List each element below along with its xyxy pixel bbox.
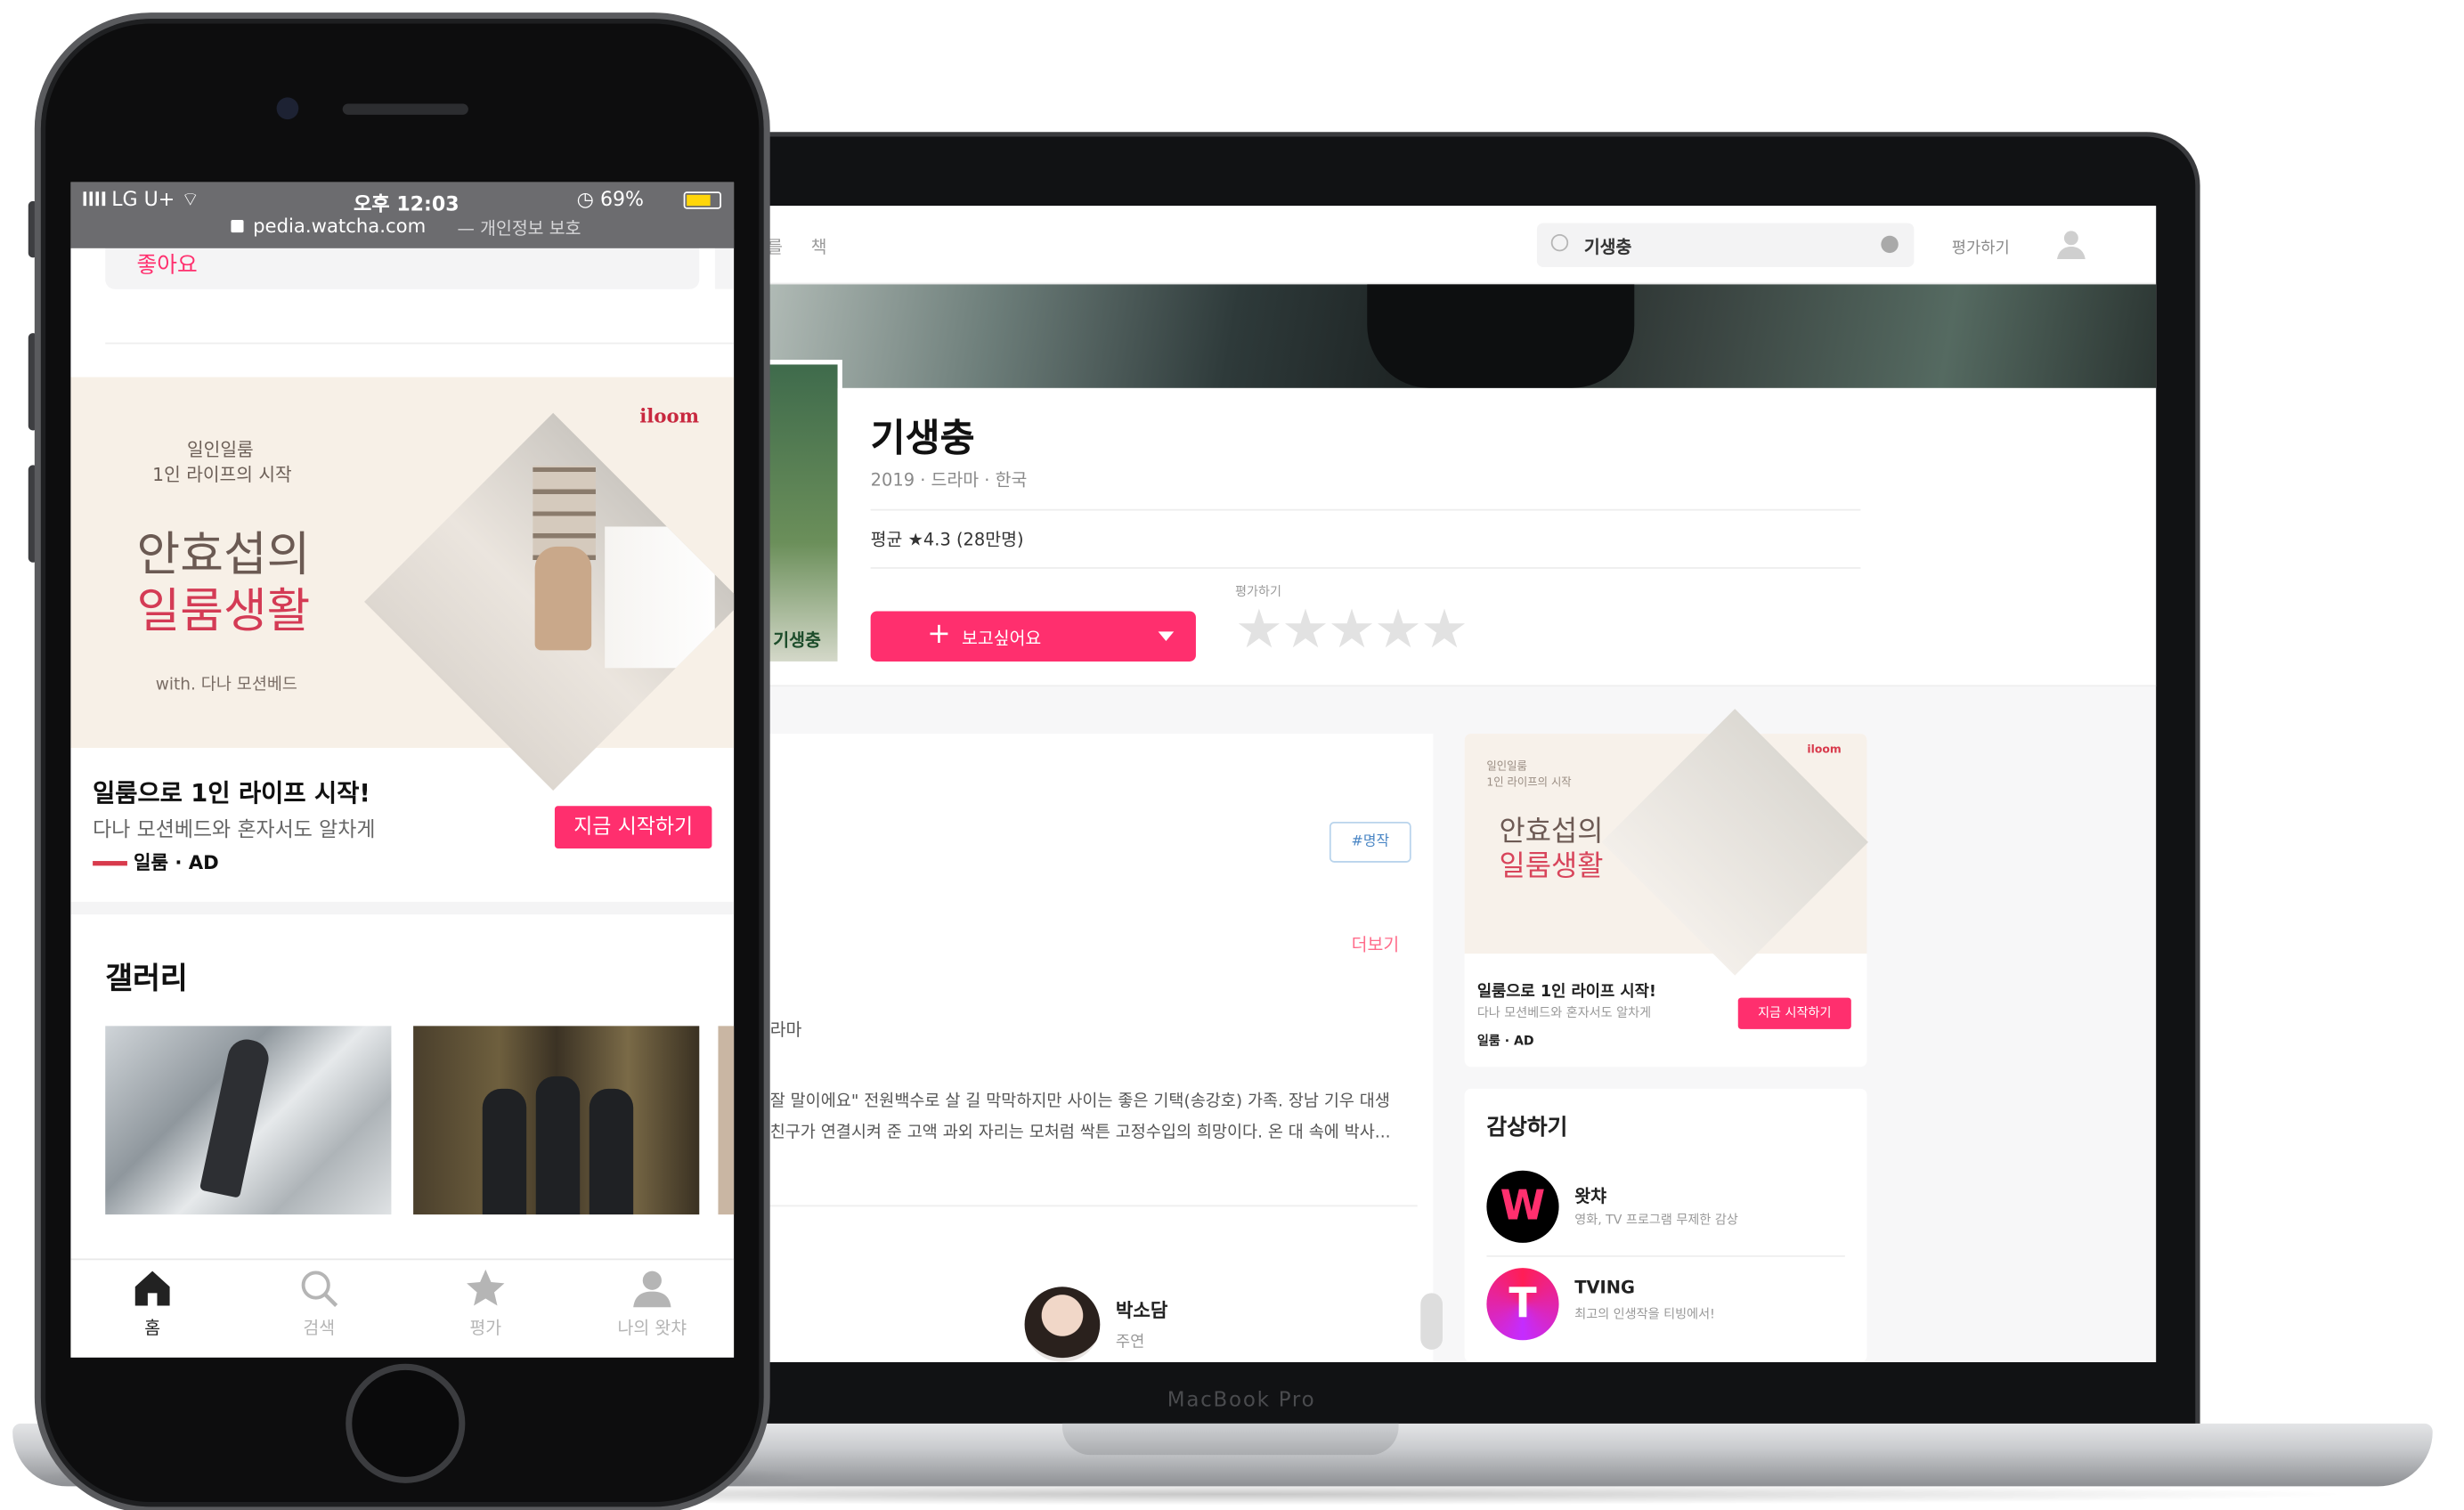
ad-headline-2: 일룸생활 <box>1499 849 1604 883</box>
ad-brand-logo: iloom <box>639 405 699 427</box>
ad-brand-logo: iloom <box>1807 743 1842 756</box>
cast-role: 주연 <box>1115 1334 1145 1352</box>
cast-name[interactable]: 박소담 <box>1116 1296 1167 1323</box>
ad-small-line-2: 1인 라이프의 시작 <box>1486 775 1572 789</box>
iloom-logo-icon <box>93 861 127 866</box>
rating-stars[interactable]: ★★★★★ <box>1235 602 1468 659</box>
cast-avatar[interactable] <box>1024 1287 1101 1362</box>
battery-icon <box>683 191 721 209</box>
camera-icon <box>276 97 299 120</box>
nav-item-books[interactable]: 책 <box>811 234 827 259</box>
phone-speaker <box>342 103 468 115</box>
gallery-image-1[interactable] <box>105 1026 392 1215</box>
ad-with-line: with. 다나 모션베드 <box>155 675 297 694</box>
carrier-label: LG U+ ⌔ <box>83 186 200 212</box>
clock: 오후 12:03 <box>354 191 459 215</box>
ad-cta-button[interactable]: 지금 시작하기 <box>1737 997 1851 1029</box>
poster-title: 기생충 <box>773 629 821 651</box>
divider <box>1486 1254 1845 1257</box>
web-topbar: 를 책 기생충 평가하기 <box>738 206 2157 285</box>
tab-bar: 홈 검색 평가 나의 왓챠 <box>70 1258 735 1358</box>
hero-backdrop <box>738 284 2157 388</box>
divider <box>870 508 1861 511</box>
ad-headline-2: 일룸생활 <box>136 584 311 640</box>
ad-brand-line: 일룸 · AD <box>1476 1034 1534 1049</box>
battery-percent: 69% <box>599 186 645 211</box>
clear-search-icon[interactable] <box>1881 235 1899 254</box>
person-icon <box>633 1271 671 1308</box>
laptop-screen: 를 책 기생충 평가하기 기생충 기생충 2019 · 드라마 · 한국 평균 … <box>738 206 2157 1362</box>
tving-logo-icon[interactable]: T <box>1486 1268 1559 1341</box>
wifi-icon: ⌔ <box>181 186 200 211</box>
more-link[interactable]: 더보기 <box>1352 931 1400 956</box>
signal-icon <box>83 191 106 207</box>
tab-my-watcha[interactable]: 나의 왓챠 <box>590 1266 715 1340</box>
divider <box>769 1205 1418 1207</box>
lock-icon <box>231 220 244 233</box>
wish-button-label: 보고싶어요 <box>961 628 1042 649</box>
device-mockup: MacBook Pro 를 책 기생충 평가하기 기생충 기생충 2019 · … <box>0 0 2464 1510</box>
gallery-heading: 갤러리 <box>105 961 188 996</box>
movie-description: 잘 말이에요" 전원백수로 살 길 막막하지만 사이는 좋은 기택(송강호) 가… <box>769 1092 1391 1142</box>
watch-heading: 감상하기 <box>1486 1115 1568 1141</box>
ad-small-line-1: 일인일룸 <box>186 438 254 461</box>
tab-label: 나의 왓챠 <box>617 1318 687 1339</box>
carousel-next-button[interactable] <box>1420 1293 1443 1350</box>
plus-icon: + <box>927 617 951 651</box>
rate-label: 평가하기 <box>1235 584 1282 599</box>
url-text[interactable]: pedia.watcha.com <box>253 215 426 238</box>
top-card-label: 좋아요 <box>136 253 198 279</box>
movie-title: 기생충 <box>870 416 975 461</box>
laptop-notch <box>1061 1423 1399 1456</box>
ad-title: 일룸으로 1인 라이프 시작! <box>93 779 370 808</box>
carrier-name: LG U+ <box>111 186 175 211</box>
movie-meta: 2019 · 드라마 · 한국 <box>870 469 1028 491</box>
divider <box>105 342 735 345</box>
ad-subtitle: 다나 모션베드와 혼자서도 알차게 <box>1476 1005 1652 1020</box>
gallery-image-2[interactable] <box>413 1026 700 1215</box>
battery-label: ◷ 69% <box>577 187 644 210</box>
home-button[interactable] <box>346 1363 466 1483</box>
wish-button[interactable]: + 보고싶어요 <box>870 611 1196 662</box>
ad-small-line-2: 1인 라이프의 시작 <box>152 463 292 486</box>
phone-screen: 좋아요 LG U+ ⌔ 오후 12:03 ◷ 69% pedia.watcha.… <box>70 182 735 1358</box>
chevron-down-icon[interactable] <box>1158 631 1175 641</box>
divider <box>870 567 1861 569</box>
alarm-icon: ◷ <box>576 186 594 211</box>
ad-cta-button[interactable]: 지금 시작하기 <box>554 806 712 848</box>
star-icon <box>467 1269 505 1306</box>
status-bar: LG U+ ⌔ 오후 12:03 ◷ 69% pedia.watcha.com … <box>70 182 735 248</box>
tab-home[interactable]: 홈 <box>90 1266 215 1340</box>
tab-label: 홈 <box>144 1318 161 1339</box>
search-icon <box>301 1271 338 1308</box>
ad-small-line-1: 일인일룸 <box>1486 760 1527 774</box>
profile-avatar-icon[interactable] <box>2055 228 2086 260</box>
section-divider <box>70 901 735 915</box>
home-icon <box>134 1271 170 1306</box>
genre-text: 라마 <box>769 1019 802 1041</box>
service-desc: 영화, TV 프로그램 무제한 감상 <box>1574 1213 1738 1228</box>
search-query: 기생충 <box>1583 237 1632 258</box>
average-rating: 평균 ★4.3 (28만명) <box>870 529 1024 550</box>
ad-brand-line: 일룸 · AD <box>133 851 219 874</box>
url-privacy-note: — 개인정보 보호 <box>457 218 581 239</box>
search-icon <box>1550 233 1569 252</box>
tab-label: 검색 <box>303 1318 336 1339</box>
service-name[interactable]: 왓챠 <box>1574 1183 1606 1208</box>
movie-poster[interactable]: 기생충 <box>763 360 842 667</box>
tag-chip[interactable]: #명작 <box>1329 821 1411 863</box>
laptop-brand-label: MacBook Pro <box>1167 1388 1316 1413</box>
gallery-image-3[interactable] <box>718 1026 735 1215</box>
watcha-logo-icon[interactable]: W <box>1486 1170 1559 1243</box>
rate-link[interactable]: 평가하기 <box>1952 234 2010 257</box>
tab-search[interactable]: 검색 <box>256 1266 382 1340</box>
search-input[interactable]: 기생충 <box>1536 223 1915 267</box>
tab-rate[interactable]: 평가 <box>423 1266 549 1340</box>
ad-title: 일룸으로 1인 라이프 시작! <box>1476 983 1656 1002</box>
tab-label: 평가 <box>469 1318 502 1339</box>
service-name[interactable]: TVING <box>1574 1278 1635 1298</box>
service-desc: 최고의 인생작을 티빙에서! <box>1574 1307 1715 1322</box>
ad-subtitle: 다나 모션베드와 혼자서도 알차게 <box>93 818 376 842</box>
